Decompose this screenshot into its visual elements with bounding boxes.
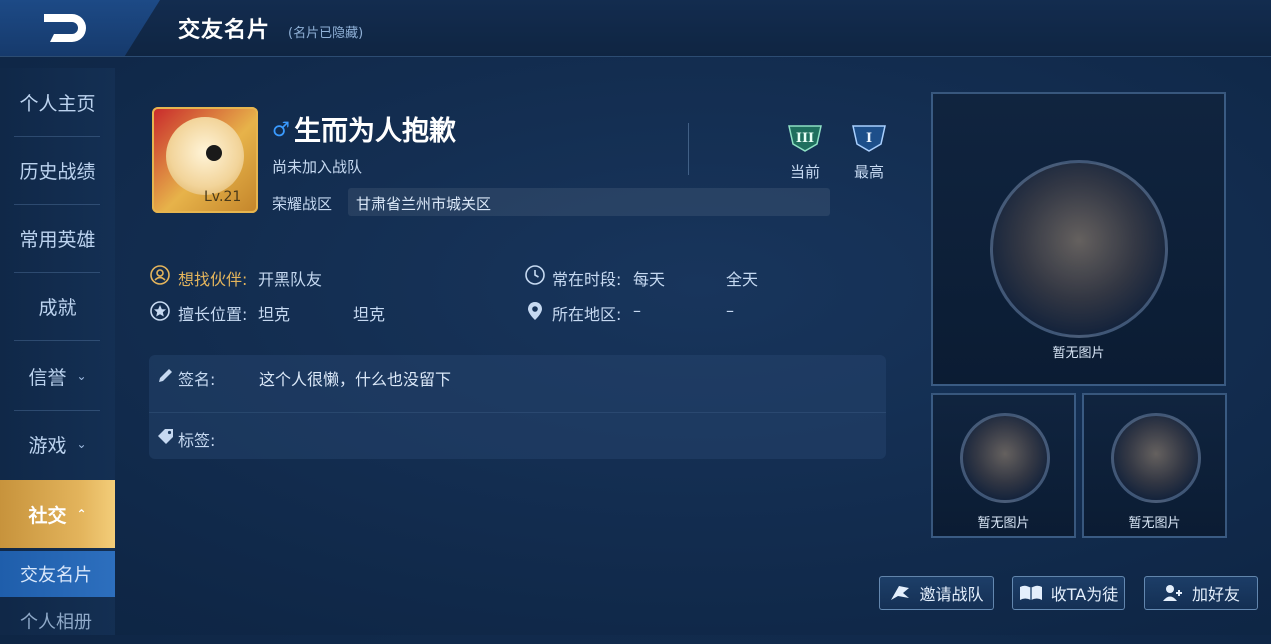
placeholder-hero-image [960,413,1050,503]
team-flag-icon [891,586,910,600]
invite-team-button[interactable]: 邀请战队 [879,576,994,610]
subnav-label: 交友名片 [20,565,92,586]
no-image-text: 暂无图片 [1052,346,1105,361]
sidebar-item-label: 游戏 [28,434,67,457]
book-icon [1019,585,1042,600]
photo-slot-2[interactable]: 暂无图片 [931,393,1076,538]
sidebar-item-profile[interactable]: 个人主页 [0,68,115,136]
rank-highest-label: 最高 [853,163,884,181]
no-image-text: 暂无图片 [1128,516,1181,531]
invite-team-label: 邀请战队 [919,585,984,604]
partner-value: 开黑队友 [258,270,323,289]
user-icon [150,265,170,285]
sidebar-item-label: 成就 [38,296,77,319]
position-label: 擅长位置: [178,305,248,324]
level-badge: Lv.21 [204,189,242,205]
apprentice-button[interactable]: 收TA为徒 [1012,576,1125,610]
avatar-face-image [166,117,244,195]
placeholder-hero-image [990,160,1168,338]
sidebar-item-label: 社交 [28,504,67,527]
rank-current[interactable]: III 当前 [785,124,825,182]
divider [688,123,689,175]
sidebar-divider [14,340,100,341]
add-friend-label: 加好友 [1191,585,1240,604]
page-title: 交友名片 [178,18,271,43]
position-value-1: 坦克 [258,305,291,324]
svg-text:III: III [796,131,814,146]
sidebar-item-social[interactable]: 社交 ⌃ [0,480,115,548]
time-label: 常在时段: [552,270,622,289]
chevron-down-icon: ⌄ [76,437,87,451]
signature-text: 这个人很懒，什么也没留下 [259,370,452,389]
location-pin-icon [528,302,542,320]
sidebar-item-history[interactable]: 历史战绩 [0,136,115,204]
tag-label: 标签: [178,431,216,450]
zone-label: 荣耀战区 [272,195,333,213]
region-label: 所在地区: [552,305,622,324]
sidebar-item-reputation[interactable]: 信誉 ⌄ [0,342,115,410]
back-arrow-icon [44,14,86,42]
sidebar-item-label: 信誉 [28,366,67,389]
partner-label: 想找伙伴: [178,270,248,289]
sidebar-item-game[interactable]: 游戏 ⌄ [0,410,115,478]
add-friend-button[interactable]: 加好友 [1144,576,1258,610]
add-user-icon [1162,585,1182,601]
avatar[interactable]: Lv.21 [152,107,258,213]
rank-current-label: 当前 [789,163,820,181]
sidebar-item-achievements[interactable]: 成就 [0,272,115,340]
chevron-down-icon: ⌄ [76,369,87,383]
subnav-album[interactable]: 个人相册 [0,598,115,644]
signature-label: 签名: [178,370,216,389]
region-value-1: – [633,301,641,320]
divider [149,412,886,413]
male-icon: ♂ [272,117,290,141]
sidebar-item-heroes[interactable]: 常用英雄 [0,204,115,272]
subnav-label: 个人相册 [20,612,92,633]
rank-shield-icon: I [852,125,886,152]
apprentice-label: 收TA为徒 [1050,585,1119,604]
region-value-2: – [726,301,734,320]
rank-shield-icon: III [788,125,822,152]
zone-value: 甘肃省兰州市城关区 [356,195,492,213]
back-button[interactable] [0,0,160,56]
pencil-icon [159,369,172,382]
chevron-up-icon: ⌃ [76,507,87,521]
sidebar-item-label: 常用英雄 [19,228,96,251]
placeholder-hero-image [1111,413,1201,503]
subnav-friend-card[interactable]: 交友名片 [0,551,115,597]
rank-highest[interactable]: I 最高 [849,124,889,182]
time-value-1: 每天 [633,270,666,289]
tag-icon [158,429,173,444]
star-icon [150,301,170,321]
position-value-2: 坦克 [353,305,386,324]
sidebar-item-label: 历史战绩 [19,160,96,183]
svg-text:I: I [866,131,872,146]
photo-slot-3[interactable]: 暂无图片 [1082,393,1227,538]
no-image-text: 暂无图片 [977,516,1030,531]
time-value-2: 全天 [726,270,759,289]
sidebar-item-label: 个人主页 [19,92,96,115]
player-name: 生而为人抱歉 [294,116,456,147]
avatar-eye [206,145,222,161]
top-bar: 交友名片 (名片已隐藏) [0,0,1271,57]
page-subtitle: (名片已隐藏) [288,26,364,41]
team-status: 尚未加入战队 [272,158,363,176]
clock-icon [525,265,545,285]
photo-slot-main[interactable]: 暂无图片 [931,92,1226,386]
